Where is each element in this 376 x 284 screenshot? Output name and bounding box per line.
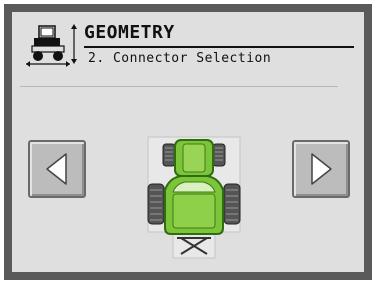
- page-subtitle: 2. Connector Selection: [88, 51, 272, 66]
- rear-right-tire: [223, 183, 241, 225]
- previous-button[interactable]: [28, 140, 86, 198]
- page-title: GEOMETRY: [84, 22, 175, 43]
- arrow-left-icon: [46, 153, 67, 185]
- title-underline: [84, 46, 354, 48]
- next-button[interactable]: [292, 140, 350, 198]
- header-divider: [20, 86, 338, 87]
- rear-left-tire: [147, 183, 165, 225]
- front-left-tire: [162, 143, 176, 167]
- page-header: GEOMETRY 2. Connector Selection: [24, 20, 354, 70]
- tractor-top-view-icon: [147, 136, 241, 259]
- front-right-tire: [212, 143, 226, 167]
- tractor-geometry-icon: [26, 24, 77, 67]
- arrow-right-icon: [311, 153, 332, 185]
